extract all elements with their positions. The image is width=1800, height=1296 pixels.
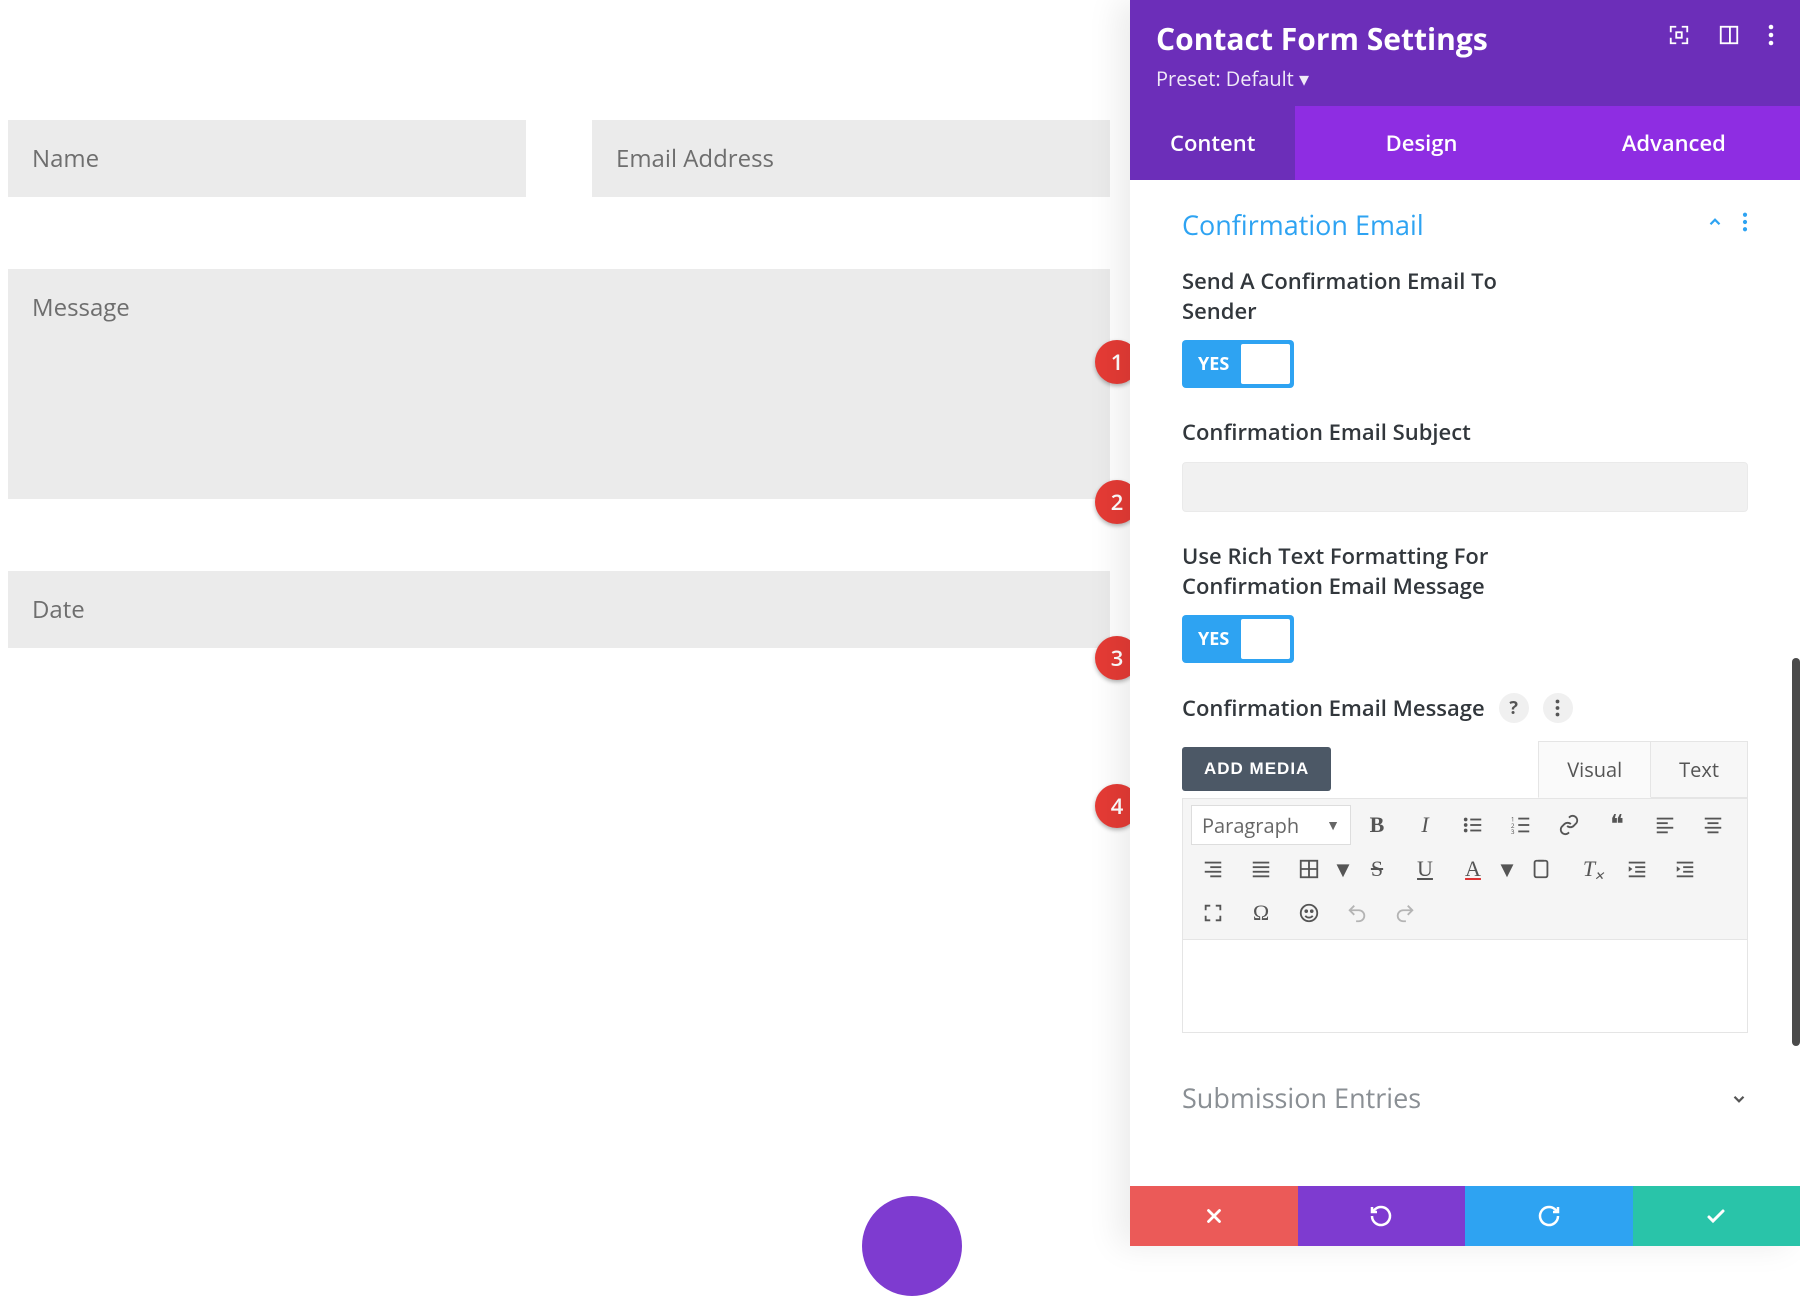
- save-button[interactable]: [1633, 1186, 1800, 1246]
- toggle-state: YES: [1186, 352, 1241, 376]
- emoji-icon[interactable]: [1287, 893, 1331, 933]
- field-options-icon[interactable]: [1543, 693, 1573, 723]
- panel-title: Contact Form Settings: [1156, 18, 1488, 59]
- chevron-down-icon: ▼: [1326, 816, 1340, 835]
- redo-icon[interactable]: [1383, 893, 1427, 933]
- table-icon[interactable]: [1287, 849, 1331, 889]
- chevron-down-icon: ▾: [1299, 65, 1309, 92]
- snap-icon[interactable]: [1718, 24, 1740, 46]
- align-left-icon[interactable]: [1643, 805, 1687, 845]
- submission-entries-section[interactable]: Submission Entries: [1182, 1063, 1748, 1116]
- field-placeholder: Email Address: [616, 142, 774, 175]
- section-header[interactable]: Confirmation Email: [1182, 206, 1748, 243]
- chevron-down-icon: [1730, 1079, 1748, 1116]
- send-confirmation-group: Send A Confirmation Email To Sender YES: [1182, 267, 1748, 388]
- chevron-up-icon[interactable]: [1706, 213, 1724, 236]
- chevron-down-icon[interactable]: ▼: [1335, 849, 1351, 889]
- editor-content-area[interactable]: [1183, 940, 1747, 1032]
- format-select-value: Paragraph: [1202, 812, 1299, 839]
- message-label: Confirmation Email Message: [1182, 694, 1485, 724]
- settings-panel: Contact Form Settings Preset: Default ▾ …: [1130, 0, 1800, 1246]
- justify-icon[interactable]: [1239, 849, 1283, 889]
- text-color-icon[interactable]: A: [1451, 849, 1495, 889]
- add-section-button[interactable]: [862, 1196, 962, 1296]
- toggle-knob: [1241, 619, 1290, 659]
- richtext-toggle[interactable]: YES: [1182, 615, 1294, 663]
- fullscreen-icon[interactable]: [1191, 893, 1235, 933]
- preset-label: Preset: Default: [1156, 65, 1294, 92]
- numbered-list-icon[interactable]: 123: [1499, 805, 1543, 845]
- name-field[interactable]: Name: [8, 120, 526, 197]
- underline-icon[interactable]: U: [1403, 849, 1447, 889]
- editor-tab-visual[interactable]: Visual: [1538, 741, 1651, 798]
- form-row-1: Name Email Address: [8, 120, 1110, 197]
- italic-icon[interactable]: I: [1403, 805, 1447, 845]
- expand-icon[interactable]: [1668, 24, 1690, 46]
- field-placeholder: Name: [32, 142, 99, 175]
- field-placeholder: Message: [32, 291, 130, 324]
- message-field[interactable]: Message: [8, 269, 1110, 499]
- align-center-icon[interactable]: [1691, 805, 1735, 845]
- format-select[interactable]: Paragraph ▼: [1191, 805, 1351, 845]
- preset-dropdown[interactable]: Preset: Default ▾: [1156, 65, 1488, 92]
- tab-content[interactable]: Content: [1130, 106, 1295, 180]
- toggle-knob: [1241, 344, 1290, 384]
- bullet-list-icon[interactable]: [1451, 805, 1495, 845]
- special-char-icon[interactable]: Ω: [1239, 893, 1283, 933]
- undo-icon[interactable]: [1335, 893, 1379, 933]
- send-confirmation-toggle[interactable]: YES: [1182, 340, 1294, 388]
- more-icon[interactable]: [1768, 24, 1774, 46]
- quote-icon[interactable]: ❝: [1595, 805, 1639, 845]
- outdent-icon[interactable]: [1615, 849, 1659, 889]
- tab-advanced[interactable]: Advanced: [1548, 106, 1800, 180]
- wysiwyg-editor: Paragraph ▼ B I 123 ❝ ▼ S U A: [1182, 798, 1748, 1033]
- undo-button[interactable]: [1298, 1186, 1466, 1246]
- paste-text-icon[interactable]: [1519, 849, 1563, 889]
- help-icon[interactable]: ?: [1499, 693, 1529, 723]
- panel-header: Contact Form Settings Preset: Default ▾: [1130, 0, 1800, 106]
- link-icon[interactable]: [1547, 805, 1591, 845]
- section-title: Confirmation Email: [1182, 206, 1424, 243]
- richtext-label: Use Rich Text Formatting For Confirmatio…: [1182, 542, 1512, 601]
- redo-button[interactable]: [1465, 1186, 1633, 1246]
- richtext-group: Use Rich Text Formatting For Confirmatio…: [1182, 542, 1748, 663]
- discard-button[interactable]: [1130, 1186, 1298, 1246]
- email-field[interactable]: Email Address: [592, 120, 1110, 197]
- tab-design[interactable]: Design: [1295, 106, 1547, 180]
- panel-tabs: Content Design Advanced: [1130, 106, 1800, 180]
- submission-entries-label: Submission Entries: [1182, 1079, 1421, 1116]
- clear-format-icon[interactable]: T✕: [1567, 849, 1611, 889]
- bold-icon[interactable]: B: [1355, 805, 1399, 845]
- svg-text:3: 3: [1511, 828, 1515, 837]
- subject-group: Confirmation Email Subject: [1182, 418, 1748, 512]
- chevron-down-icon[interactable]: ▼: [1499, 849, 1515, 889]
- more-icon[interactable]: [1742, 212, 1748, 237]
- message-group: Confirmation Email Message ? ADD MEDIA V…: [1182, 693, 1748, 1033]
- align-right-icon[interactable]: [1191, 849, 1235, 889]
- field-placeholder: Date: [32, 593, 85, 626]
- editor-tab-text[interactable]: Text: [1651, 741, 1748, 798]
- subject-input[interactable]: [1182, 462, 1748, 512]
- builder-canvas: Name Email Address Message Date: [0, 0, 1130, 1246]
- toggle-state: YES: [1186, 627, 1241, 651]
- panel-body: Confirmation Email Send A Confirmation E…: [1130, 180, 1800, 1186]
- strikethrough-icon[interactable]: S: [1355, 849, 1399, 889]
- contact-form-preview: Name Email Address Message Date: [8, 120, 1110, 648]
- editor-toolbar: Paragraph ▼ B I 123 ❝ ▼ S U A: [1183, 799, 1747, 940]
- scrollbar-thumb[interactable]: [1792, 658, 1800, 1046]
- indent-icon[interactable]: [1663, 849, 1707, 889]
- add-media-button[interactable]: ADD MEDIA: [1182, 747, 1331, 791]
- subject-label: Confirmation Email Subject: [1182, 418, 1748, 448]
- panel-footer: [1130, 1186, 1800, 1246]
- send-confirmation-label: Send A Confirmation Email To Sender: [1182, 267, 1512, 326]
- date-field[interactable]: Date: [8, 571, 1110, 648]
